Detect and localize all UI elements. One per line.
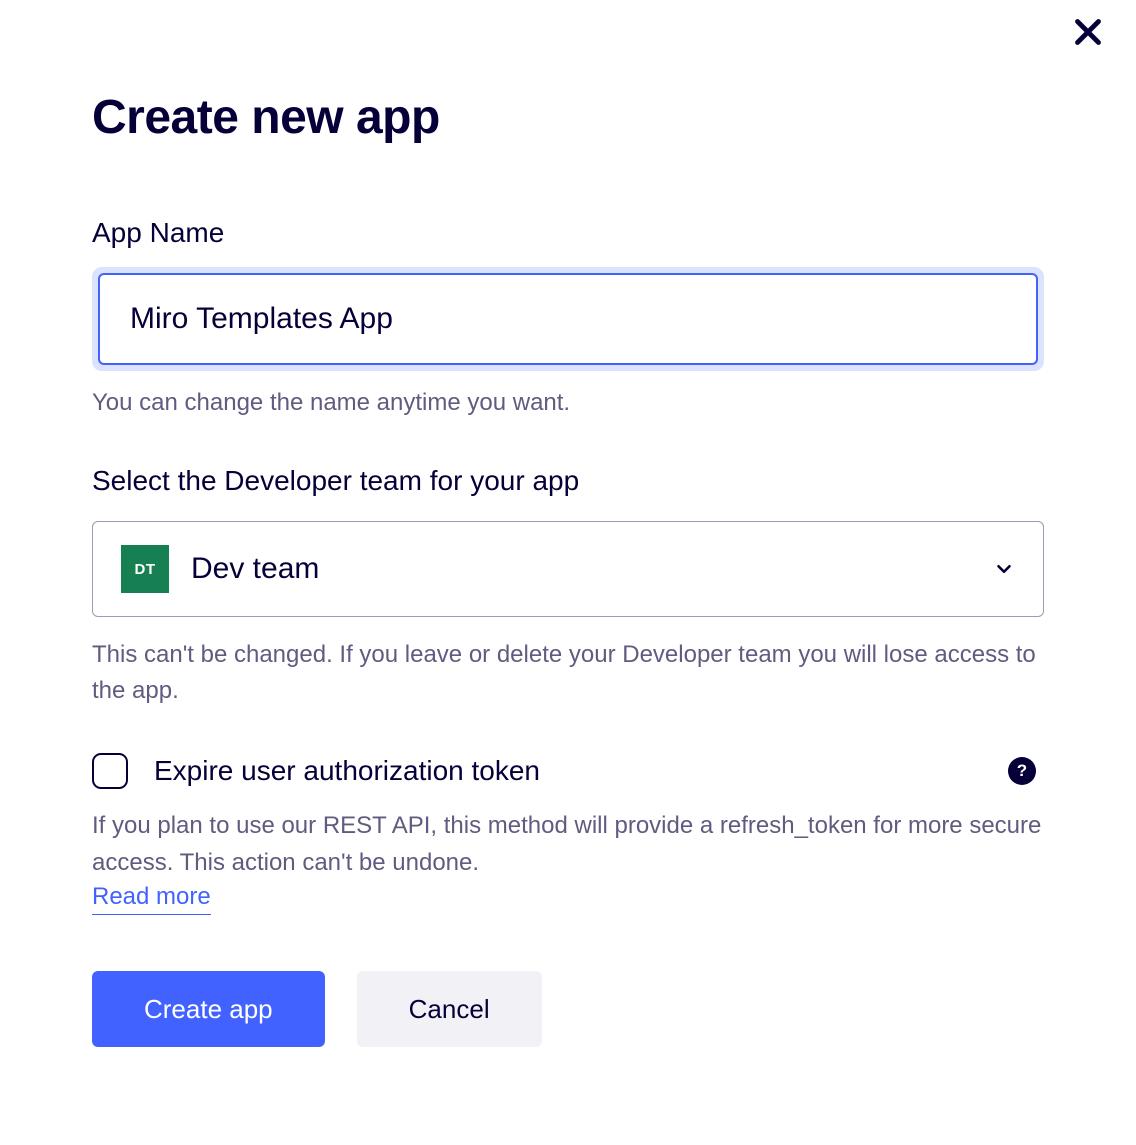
app-name-label: App Name <box>92 217 1044 249</box>
team-select-value: Dev team <box>191 552 993 586</box>
chevron-down-icon <box>993 558 1015 580</box>
team-select[interactable]: DT Dev team <box>92 521 1044 617</box>
expire-token-checkbox[interactable] <box>92 753 128 789</box>
modal-title: Create new app <box>92 90 1044 145</box>
create-app-button[interactable]: Create app <box>92 971 325 1047</box>
expire-token-row: Expire user authorization token ? <box>92 753 1044 789</box>
cancel-button[interactable]: Cancel <box>357 971 542 1047</box>
team-badge-icon: DT <box>121 545 169 593</box>
read-more-link[interactable]: Read more <box>92 883 211 915</box>
app-name-input[interactable] <box>98 273 1038 365</box>
team-select-label: Select the Developer team for your app <box>92 465 1044 497</box>
create-app-modal: Create new app App Name You can change t… <box>0 0 1136 1047</box>
app-name-hint: You can change the name anytime you want… <box>92 385 1044 421</box>
button-row: Create app Cancel <box>92 971 1044 1047</box>
expire-token-label: Expire user authorization token <box>154 755 540 787</box>
team-select-hint: This can't be changed. If you leave or d… <box>92 637 1044 709</box>
help-icon[interactable]: ? <box>1008 757 1036 785</box>
expire-token-description: If you plan to use our REST API, this me… <box>92 807 1044 881</box>
app-name-input-focus-ring <box>92 267 1044 371</box>
